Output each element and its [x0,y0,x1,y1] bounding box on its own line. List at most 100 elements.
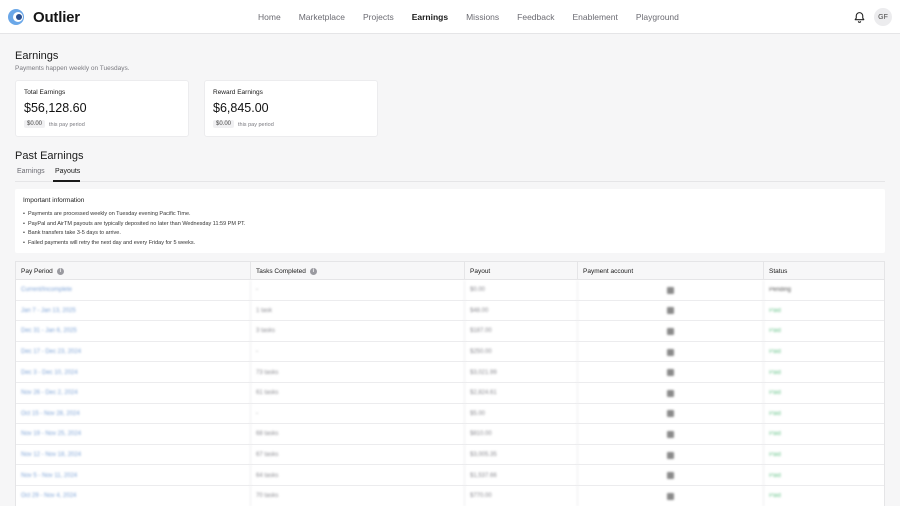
table-row[interactable]: Nov 12 - Nov 18, 2024 67 tasks $3,005.35 Pa… [16,444,884,466]
table-row[interactable]: Nov 19 - Nov 25, 2024 68 tasks $810.00 Paid [16,424,884,445]
pay-period-cell[interactable]: Jan 7 - Jan 13, 2025 [16,300,251,322]
info-item: Bank transfers take 3-5 days to arrive. [23,229,245,239]
nav-item-marketplace[interactable]: Marketplace [299,12,345,22]
tasks-completed-text: 64 tasks [256,472,279,479]
payment-account-icon [667,451,674,459]
table-row[interactable]: Oct 15 - Nov 28, 2024 - $5.00 Paid [16,403,884,425]
payouts-table: Pay Period i Tasks Completed i Payout Pa… [15,261,885,506]
tasks-completed-text: 1 task [256,307,273,314]
payment-account-cell [578,424,764,445]
pay-period-cell[interactable]: Current/Incomplete [16,280,251,301]
nav-item-missions[interactable]: Missions [466,12,499,22]
table-row[interactable]: Nov 5 - Nov 11, 2024 64 tasks $1,537.66 Pai… [16,465,884,486]
payment-account-cell [578,403,764,425]
status-text: Paid [769,390,782,397]
payment-account-cell [578,280,764,301]
status-cell: Paid [764,445,884,466]
tasks-completed-text: 70 tasks [256,493,279,500]
nav-item-home[interactable]: Home [258,12,281,22]
tasks-completed-text: 68 tasks [256,431,279,438]
payout-cell: $0.00 [465,280,578,301]
column-header-pay-period[interactable]: Pay Period i [16,262,251,280]
pay-period-cell[interactable]: Oct 15 - Nov 28, 2024 [16,403,251,425]
column-header-status[interactable]: Status [764,262,884,280]
tab-earnings[interactable]: Earnings [17,168,45,175]
payment-account-icon [667,472,674,480]
status-text: Paid [769,307,782,314]
tasks-completed-cell: 67 tasks [251,444,465,466]
column-header-tasks-completed[interactable]: Tasks Completed i [251,262,465,280]
pay-period-text: Dec 3 - Dec 10, 2024 [21,369,78,376]
outlier-logo[interactable]: Outlier [8,8,80,26]
bell-icon[interactable] [853,11,866,24]
status-text: Paid [769,349,782,356]
card-amount: $6,845.00 [213,101,269,115]
pay-period-cell[interactable]: Oct 29 - Nov 4, 2024 [16,486,251,506]
tasks-completed-cell: 3 tasks [251,321,465,342]
card-label: Total Earnings [24,89,66,96]
table-row[interactable]: Dec 17 - Dec 23, 2024 - $250.00 Paid [16,341,884,363]
status-cell: Paid [764,404,884,425]
payment-account-icon [667,348,674,356]
pay-period-text: Dec 17 - Dec 23, 2024 [21,349,82,356]
nav-item-feedback[interactable]: Feedback [517,12,554,22]
pay-period-cell[interactable]: Dec 31 - Jan 6, 2025 [16,321,251,342]
nav-item-playground[interactable]: Playground [636,12,679,22]
table-row[interactable]: Oct 29 - Nov 4, 2024 70 tasks $770.00 Paid [16,486,884,506]
card-amount: $56,128.60 [24,101,87,115]
info-icon[interactable]: i [309,267,317,275]
status-cell: Pending [764,280,884,301]
pay-period-text: Current/Incomplete [21,287,73,294]
column-header-payment-account[interactable]: Payment account [578,262,764,280]
payment-account-cell [578,362,764,383]
payment-account-cell [578,321,764,342]
info-item: PayPal and AirTM payouts are typically d… [23,220,245,230]
payment-account-icon [667,430,674,438]
payout-text: $5.00 [470,410,486,417]
table-row[interactable]: Current/Incomplete - $0.00 Pending [16,280,884,301]
info-icon[interactable]: i [56,267,64,275]
status-cell: Paid [764,362,884,383]
payout-text: $3,021.99 [470,369,497,376]
table-row[interactable]: Nov 26 - Dec 2, 2024 61 tasks $2,824.61 Pai… [16,383,884,404]
info-title: Important information [23,197,85,204]
past-earnings-tabs: Earnings Payouts [15,166,885,182]
payout-cell: $2,824.61 [465,383,578,404]
table-row[interactable]: Dec 3 - Dec 10, 2024 73 tasks $3,021.99 Pai… [16,362,884,383]
pay-period-text: Oct 29 - Nov 4, 2024 [21,493,77,500]
status-cell: Paid [764,486,884,506]
tasks-completed-text: 3 tasks [256,328,276,335]
payout-text: $250.00 [470,349,492,356]
user-avatar[interactable]: GF [874,8,892,26]
payout-text: $810.00 [470,431,492,438]
pay-period-cell[interactable]: Nov 19 - Nov 25, 2024 [16,424,251,445]
past-earnings-title: Past Earnings [15,150,84,162]
nav-item-projects[interactable]: Projects [363,12,394,22]
nav-item-earnings[interactable]: Earnings [412,12,448,22]
pay-period-cell[interactable]: Dec 17 - Dec 23, 2024 [16,341,251,363]
table-row[interactable]: Jan 7 - Jan 13, 2025 1 task $48.00 Paid [16,300,884,322]
pay-period-cell[interactable]: Dec 3 - Dec 10, 2024 [16,362,251,383]
pay-period-cell[interactable]: Nov 5 - Nov 11, 2024 [16,465,251,486]
header-label: Pay Period [21,267,53,275]
pay-period-cell[interactable]: Nov 12 - Nov 18, 2024 [16,444,251,466]
payment-account-icon [667,307,674,315]
pay-period-text: Nov 19 - Nov 25, 2024 [21,431,82,438]
period-label: this pay period [49,122,85,128]
earnings-title: Earnings [15,50,59,62]
payment-account-icon [667,286,674,294]
table-header: Pay Period i Tasks Completed i Payout Pa… [16,262,884,280]
active-tab-indicator [53,180,80,182]
table-row[interactable]: Dec 31 - Jan 6, 2025 3 tasks $187.00 Paid [16,321,884,342]
column-header-payout[interactable]: Payout [465,262,578,280]
tasks-completed-cell: 73 tasks [251,362,465,383]
card-label: Reward Earnings [213,89,263,96]
tab-payouts[interactable]: Payouts [55,168,80,175]
payout-cell: $810.00 [465,424,578,445]
nav-item-enablement[interactable]: Enablement [573,12,618,22]
pay-period-text: Nov 5 - Nov 11, 2024 [21,472,78,479]
status-text: Paid [769,410,782,417]
status-text: Paid [769,328,782,335]
payout-text: $3,005.35 [470,452,497,459]
pay-period-cell[interactable]: Nov 26 - Dec 2, 2024 [16,383,251,404]
